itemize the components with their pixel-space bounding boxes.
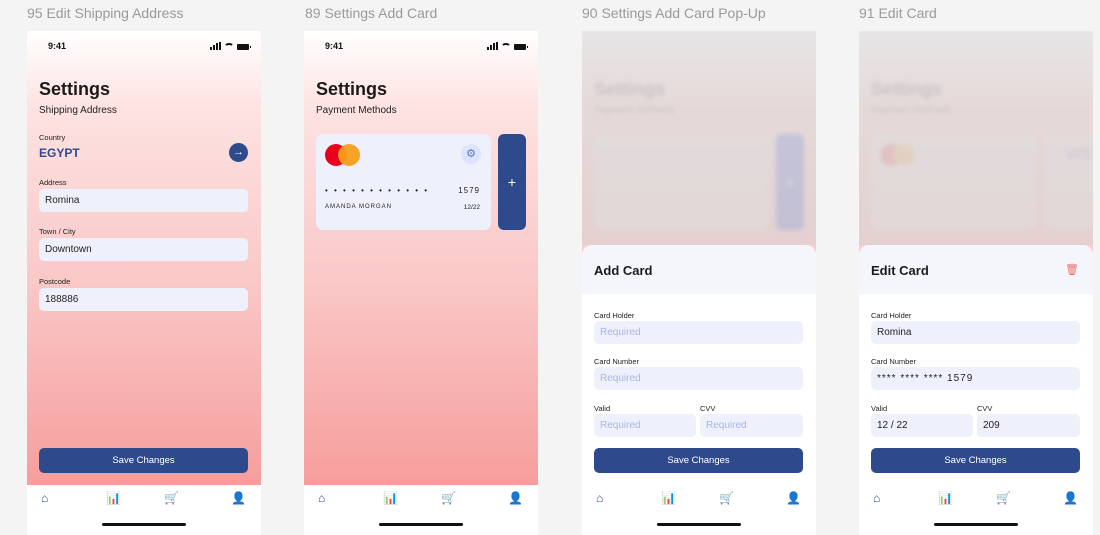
arrow-right-icon[interactable]: →: [229, 143, 248, 162]
postcode-input[interactable]: 188886: [39, 288, 248, 311]
home-indicator: [379, 523, 463, 526]
tab-bar: ⌂ 📊 🛒 👤: [859, 485, 1093, 535]
home-icon[interactable]: ⌂: [596, 491, 603, 505]
country-label: Country: [39, 133, 66, 142]
sheet-header: Edit Card 🗑: [859, 245, 1093, 294]
signal-icon: [210, 42, 221, 50]
card-number-label: Card Number: [594, 357, 640, 366]
user-icon[interactable]: 👤: [786, 491, 801, 505]
cvv-input[interactable]: 209: [977, 414, 1080, 437]
card-number-masked: • • • • • • • • • • • •: [325, 186, 430, 195]
valid-label: Valid: [871, 404, 888, 413]
wifi-icon: [224, 43, 234, 51]
card-holder-label: Card Holder: [594, 311, 635, 320]
valid-label: Valid: [594, 404, 611, 413]
sheet-header: Add Card: [582, 245, 816, 294]
cart-icon[interactable]: 🛒: [996, 491, 1011, 505]
city-label: Town / City: [39, 227, 76, 236]
card-holder-input[interactable]: Romina: [871, 321, 1080, 344]
sheet-title: Add Card: [594, 263, 653, 278]
home-indicator: [934, 523, 1018, 526]
cart-icon[interactable]: 🛒: [441, 491, 456, 505]
postcode-label: Postcode: [39, 277, 71, 286]
status-bar: 9:41: [27, 41, 261, 53]
phone-add-card-popup: Settings Payment Methods + Add Card Card…: [582, 31, 816, 535]
frame-title: 91 Edit Card: [859, 5, 937, 21]
home-icon[interactable]: ⌂: [873, 491, 880, 505]
cvv-input[interactable]: Required: [700, 414, 803, 437]
user-icon[interactable]: 👤: [231, 491, 246, 505]
card-expiry: 12/22: [463, 204, 480, 211]
home-indicator: [102, 523, 186, 526]
user-icon[interactable]: 👤: [1063, 491, 1078, 505]
valid-input[interactable]: Required: [594, 414, 696, 437]
status-icons: [487, 42, 528, 51]
stats-icon[interactable]: 📊: [106, 491, 121, 505]
tab-bar: ⌂ 📊 🛒 👤: [582, 485, 816, 535]
user-icon[interactable]: 👤: [508, 491, 523, 505]
home-icon[interactable]: ⌂: [41, 491, 48, 505]
gear-icon[interactable]: ⚙: [461, 144, 481, 164]
address-input[interactable]: Romina: [39, 189, 248, 212]
tab-bar: ⌂ 📊 🛒 👤: [27, 485, 261, 535]
battery-icon: [514, 44, 528, 50]
battery-icon: [237, 44, 251, 50]
page-subtitle: Shipping Address: [39, 105, 117, 116]
cvv-label: CVV: [700, 404, 716, 413]
phone-edit-card: Settings Payment Methods VIS Edit Card 🗑…: [859, 31, 1093, 535]
save-changes-button[interactable]: Save Changes: [871, 448, 1080, 473]
home-indicator: [657, 523, 741, 526]
stats-icon[interactable]: 📊: [938, 491, 953, 505]
cart-icon[interactable]: 🛒: [719, 491, 734, 505]
cvv-label: CVV: [977, 404, 993, 413]
page-title: Settings: [316, 79, 388, 99]
stats-icon[interactable]: 📊: [383, 491, 398, 505]
payment-card[interactable]: ⚙ • • • • • • • • • • • • 1579 AMANDA MO…: [316, 134, 491, 230]
tab-bar: ⌂ 📊 🛒 👤: [304, 485, 538, 535]
card-holder-label: Card Holder: [871, 311, 912, 320]
save-changes-button[interactable]: Save Changes: [594, 448, 803, 473]
card-number-input[interactable]: **** **** **** 1579: [871, 367, 1080, 390]
country-value[interactable]: EGYPT: [39, 146, 80, 160]
design-canvas: 95 Edit Shipping Address 89 Settings Add…: [0, 0, 1100, 535]
frame-title: 90 Settings Add Card Pop-Up: [582, 5, 766, 21]
card-holder-name: AMANDA MORGAN: [325, 204, 393, 210]
trash-icon[interactable]: 🗑: [1065, 263, 1079, 276]
frame-title: 89 Settings Add Card: [305, 5, 438, 21]
sheet-title: Edit Card: [871, 263, 929, 278]
status-bar: 9:41: [304, 41, 538, 53]
add-card-sheet: Add Card Card Holder Required Card Numbe…: [582, 245, 816, 535]
card-number-input[interactable]: Required: [594, 367, 803, 390]
phone-settings-add-card: 9:41 Settings Payment Methods ⚙ • • • • …: [304, 31, 538, 535]
city-input[interactable]: Downtown: [39, 238, 248, 261]
home-icon[interactable]: ⌂: [318, 491, 325, 505]
mastercard-logo-icon: [325, 144, 361, 166]
page-subtitle: Payment Methods: [316, 105, 397, 116]
save-changes-button[interactable]: Save Changes: [39, 448, 248, 473]
status-time: 9:41: [48, 41, 67, 51]
card-number-label: Card Number: [871, 357, 917, 366]
cart-icon[interactable]: 🛒: [164, 491, 179, 505]
phone-edit-shipping-address: 9:41 Settings Shipping Address Country E…: [27, 31, 261, 535]
modal-overlay[interactable]: [859, 31, 1093, 245]
modal-overlay[interactable]: [582, 31, 816, 245]
wifi-icon: [501, 43, 511, 51]
edit-card-sheet: Edit Card 🗑 Card Holder Romina Card Numb…: [859, 245, 1093, 535]
card-last4: 1579: [458, 186, 480, 195]
address-label: Address: [39, 178, 67, 187]
page-title: Settings: [39, 79, 111, 99]
status-icons: [210, 42, 251, 51]
stats-icon[interactable]: 📊: [661, 491, 676, 505]
card-holder-input[interactable]: Required: [594, 321, 803, 344]
status-time: 9:41: [325, 41, 344, 51]
valid-input[interactable]: 12 / 22: [871, 414, 973, 437]
signal-icon: [487, 42, 498, 50]
frame-title: 95 Edit Shipping Address: [27, 5, 184, 21]
add-card-button[interactable]: +: [498, 134, 526, 230]
